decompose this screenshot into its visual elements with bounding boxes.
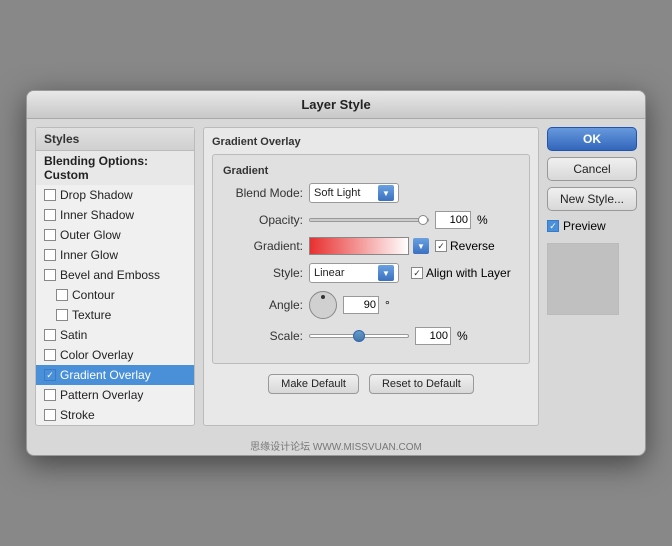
reverse-label: Reverse [450, 239, 495, 253]
preview-thumbnail [547, 243, 619, 315]
texture-checkbox[interactable] [56, 309, 68, 321]
drop-shadow-checkbox[interactable] [44, 189, 56, 201]
angle-input[interactable] [343, 296, 379, 314]
blend-mode-arrow-icon: ▼ [378, 185, 394, 201]
style-row: Style: Linear ▼ Align with Layer [223, 263, 519, 283]
contour-checkbox[interactable] [56, 289, 68, 301]
sidebar-item-inner-shadow[interactable]: Inner Shadow [36, 205, 194, 225]
scale-row: Scale: % [223, 327, 519, 345]
angle-dial[interactable] [309, 291, 337, 319]
bevel-emboss-checkbox[interactable] [44, 269, 56, 281]
opacity-input[interactable] [435, 211, 471, 229]
make-default-button[interactable]: Make Default [268, 374, 359, 394]
bottom-buttons: Make Default Reset to Default [212, 374, 530, 394]
sidebar-item-satin[interactable]: Satin [36, 325, 194, 345]
inner-shadow-label: Inner Shadow [60, 208, 134, 222]
angle-unit: ° [385, 298, 390, 312]
texture-label: Texture [72, 308, 111, 322]
sidebar-item-outer-glow[interactable]: Outer Glow [36, 225, 194, 245]
action-panel: OK Cancel New Style... Preview [547, 127, 637, 426]
section-title: Gradient Overlay [212, 136, 530, 148]
scale-input[interactable] [415, 327, 451, 345]
stroke-checkbox[interactable] [44, 409, 56, 421]
sidebar-item-inner-glow[interactable]: Inner Glow [36, 245, 194, 265]
opacity-row: Opacity: % [223, 211, 519, 229]
gradient-bar[interactable] [309, 237, 409, 255]
blend-mode-row: Blend Mode: Soft Light ▼ [223, 183, 519, 203]
reset-to-default-button[interactable]: Reset to Default [369, 374, 474, 394]
style-arrow-icon: ▼ [378, 265, 394, 281]
gradient-inner-box: Gradient Blend Mode: Soft Light ▼ Opacit… [212, 154, 530, 364]
pattern-overlay-label: Pattern Overlay [60, 388, 143, 402]
align-with-layer-label: Align with Layer [426, 266, 511, 280]
sidebar-item-bevel-emboss[interactable]: Bevel and Emboss [36, 265, 194, 285]
reverse-checkbox[interactable] [435, 240, 447, 252]
inner-section-title: Gradient [223, 165, 519, 177]
gradient-arrow-icon[interactable]: ▼ [413, 238, 429, 254]
layer-style-dialog: Layer Style Styles Blending Options: Cus… [26, 90, 646, 456]
satin-checkbox[interactable] [44, 329, 56, 341]
gradient-overlay-checkbox[interactable] [44, 369, 56, 381]
opacity-slider[interactable] [309, 218, 429, 222]
sidebar-item-pattern-overlay[interactable]: Pattern Overlay [36, 385, 194, 405]
scale-label: Scale: [223, 329, 303, 343]
watermark-text: 思缘设计论坛 WWW.MISSVUAN.COM [27, 434, 645, 455]
sidebar-item-contour[interactable]: Contour [36, 285, 194, 305]
blend-mode-select[interactable]: Soft Light ▼ [309, 183, 399, 203]
preview-checkbox[interactable] [547, 220, 559, 232]
sidebar-item-gradient-overlay[interactable]: Gradient Overlay [36, 365, 194, 385]
contour-label: Contour [72, 288, 115, 302]
inner-glow-checkbox[interactable] [44, 249, 56, 261]
angle-dot-icon [321, 295, 325, 299]
blend-mode-value: Soft Light [314, 187, 378, 199]
style-value: Linear [314, 267, 378, 279]
outer-glow-label: Outer Glow [60, 228, 121, 242]
sidebar-item-texture[interactable]: Texture [36, 305, 194, 325]
gradient-row: Gradient: ▼ Reverse [223, 237, 519, 255]
color-overlay-checkbox[interactable] [44, 349, 56, 361]
sidebar-item-color-overlay[interactable]: Color Overlay [36, 345, 194, 365]
styles-panel: Styles Blending Options: Custom Drop Sha… [35, 127, 195, 426]
preview-label: Preview [563, 219, 606, 233]
preview-row: Preview [547, 219, 637, 233]
align-with-layer-checkbox[interactable] [411, 267, 423, 279]
stroke-label: Stroke [60, 408, 95, 422]
align-with-layer-container: Align with Layer [411, 266, 511, 280]
opacity-label: Opacity: [223, 213, 303, 227]
scale-slider[interactable] [309, 334, 409, 338]
angle-row: Angle: ° [223, 291, 519, 319]
inner-glow-label: Inner Glow [60, 248, 118, 262]
gradient-label: Gradient: [223, 239, 303, 253]
opacity-unit: % [477, 213, 488, 227]
ok-button[interactable]: OK [547, 127, 637, 151]
blending-options-label: Blending Options: Custom [44, 154, 186, 182]
bevel-emboss-label: Bevel and Emboss [60, 268, 160, 282]
opacity-thumb[interactable] [418, 215, 428, 225]
sidebar-item-drop-shadow[interactable]: Drop Shadow [36, 185, 194, 205]
inner-shadow-checkbox[interactable] [44, 209, 56, 221]
angle-label: Angle: [223, 298, 303, 312]
main-content-panel: Gradient Overlay Gradient Blend Mode: So… [203, 127, 539, 426]
scale-thumb[interactable] [353, 330, 365, 342]
reverse-container: Reverse [435, 239, 495, 253]
pattern-overlay-checkbox[interactable] [44, 389, 56, 401]
cancel-button[interactable]: Cancel [547, 157, 637, 181]
dialog-body: Styles Blending Options: Custom Drop Sha… [27, 119, 645, 434]
drop-shadow-label: Drop Shadow [60, 188, 133, 202]
styles-panel-title: Styles [36, 128, 194, 151]
color-overlay-label: Color Overlay [60, 348, 133, 362]
outer-glow-checkbox[interactable] [44, 229, 56, 241]
dialog-title: Layer Style [27, 91, 645, 119]
style-select[interactable]: Linear ▼ [309, 263, 399, 283]
gradient-swatch: ▼ [309, 237, 429, 255]
sidebar-item-stroke[interactable]: Stroke [36, 405, 194, 425]
new-style-button[interactable]: New Style... [547, 187, 637, 211]
gradient-overlay-label: Gradient Overlay [60, 368, 151, 382]
blend-mode-label: Blend Mode: [223, 186, 303, 200]
style-label: Style: [223, 266, 303, 280]
sidebar-item-blending-options[interactable]: Blending Options: Custom [36, 151, 194, 185]
satin-label: Satin [60, 328, 87, 342]
scale-unit: % [457, 329, 468, 343]
